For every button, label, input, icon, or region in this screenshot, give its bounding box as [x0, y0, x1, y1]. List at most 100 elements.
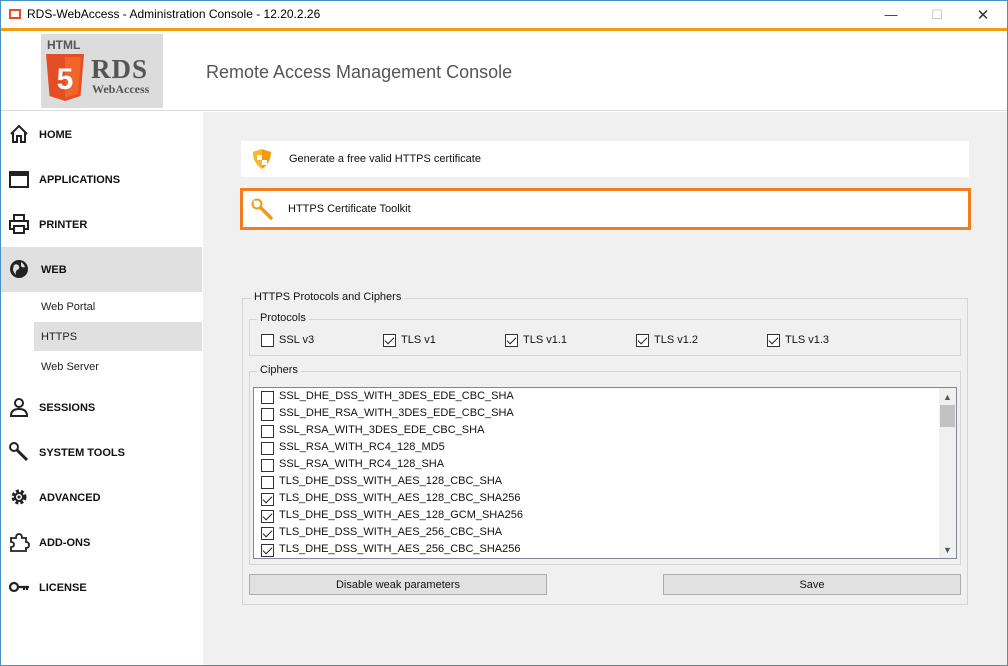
close-button[interactable]: ✕: [960, 1, 1006, 28]
logo-rds-text: RDS: [91, 54, 149, 84]
cipher-checkbox[interactable]: [261, 459, 274, 472]
logo-html-text: HTML: [47, 38, 81, 52]
wrench-icon: [251, 198, 273, 220]
cipher-label: TLS_DHE_DSS_WITH_AES_128_CBC_SHA: [279, 475, 503, 487]
minimize-icon: —: [884, 7, 898, 22]
protocol-checkbox[interactable]: [261, 334, 274, 347]
cipher-row[interactable]: TLS_DHE_DSS_WITH_AES_256_CBC_SHA: [254, 525, 940, 542]
sidebar-item-label: HOME: [39, 128, 72, 141]
maximize-icon: ☐: [931, 6, 943, 22]
protocol-checkbox[interactable]: [636, 334, 649, 347]
ciphers-scrollbar[interactable]: ▲ ▼: [939, 388, 956, 558]
sidebar-item-home[interactable]: HOME: [1, 112, 202, 157]
cipher-checkbox[interactable]: [261, 527, 274, 540]
cipher-row[interactable]: TLS_DHE_DSS_WITH_AES_128_GCM_SHA256: [254, 508, 940, 525]
cipher-checkbox[interactable]: [261, 425, 274, 438]
cipher-label: SSL_RSA_WITH_RC4_128_MD5: [279, 441, 445, 453]
cipher-row[interactable]: SSL_DHE_RSA_WITH_3DES_EDE_CBC_SHA: [254, 406, 940, 423]
cipher-label: TLS_DHE_DSS_WITH_AES_256_CBC_SHA256: [279, 543, 521, 555]
sidebar-item-web[interactable]: WEB: [1, 247, 202, 292]
cipher-row[interactable]: TLS_DHE_DSS_WITH_AES_128_CBC_SHA256: [254, 491, 940, 508]
ciphers-listbox[interactable]: SSL_DHE_DSS_WITH_3DES_EDE_CBC_SHA SSL_DHE…: [253, 387, 957, 559]
cipher-row[interactable]: SSL_RSA_WITH_RC4_128_SHA: [254, 457, 940, 474]
logo-five-text: 5: [57, 63, 74, 96]
minimize-button[interactable]: —: [868, 1, 914, 28]
protocol-label: SSL v3: [279, 334, 315, 346]
action-label: Generate a free valid HTTPS certificate: [289, 153, 481, 165]
key-icon: [8, 581, 29, 593]
home-icon: [10, 124, 28, 143]
cipher-row[interactable]: TLS_DHE_DSS_WITH_AES_256_CBC_SHA256: [254, 542, 940, 558]
app-window: RDS-WebAccess - Administration Console -…: [0, 0, 1008, 666]
cipher-row[interactable]: TLS_DHE_DSS_WITH_AES_128_CBC_SHA: [254, 474, 940, 491]
title-bar: RDS-WebAccess - Administration Console -…: [1, 1, 1007, 28]
protocol-label: TLS v1: [401, 334, 436, 346]
cipher-label: TLS_DHE_DSS_WITH_AES_256_CBC_SHA: [279, 526, 503, 538]
cipher-label: SSL_RSA_WITH_RC4_128_SHA: [279, 458, 445, 470]
protocols-group-title: Protocols: [257, 312, 309, 324]
user-icon: [9, 398, 29, 417]
cipher-label: SSL_DHE_RSA_WITH_3DES_EDE_CBC_SHA: [279, 407, 514, 419]
sidebar-subitem-https[interactable]: HTTPS: [34, 322, 202, 351]
main-panel: Generate a free valid HTTPS certificate …: [203, 112, 1007, 665]
protocols-group: [249, 319, 961, 356]
printer-icon: [9, 214, 29, 234]
window-icon: [9, 171, 29, 188]
cipher-row[interactable]: SSL_RSA_WITH_RC4_128_MD5: [254, 440, 940, 457]
cipher-label: SSL_DHE_DSS_WITH_3DES_EDE_CBC_SHA: [279, 390, 514, 402]
cipher-checkbox[interactable]: [261, 408, 274, 421]
save-button[interactable]: Save: [663, 574, 961, 595]
sidebar-item-label: ADVANCED: [39, 491, 101, 504]
scroll-up-arrow-icon[interactable]: ▲: [939, 388, 956, 405]
globe-icon: [10, 260, 28, 278]
sidebar-item-label: SESSIONS: [39, 401, 96, 414]
sidebar-item-printer[interactable]: PRINTER: [1, 202, 202, 247]
sidebar-subitem-label: Web Server: [41, 360, 99, 373]
certificate-toolkit-button[interactable]: HTTPS Certificate Toolkit: [240, 188, 971, 230]
header: HTML 5 RDS WebAccess Remote Access Manag…: [1, 31, 1007, 111]
generate-certificate-button[interactable]: Generate a free valid HTTPS certificate: [241, 141, 969, 177]
console-title: Remote Access Management Console: [206, 62, 513, 82]
cipher-checkbox[interactable]: [261, 476, 274, 489]
puzzle-icon: [10, 533, 30, 552]
sidebar-item-label: PRINTER: [39, 218, 88, 231]
sidebar-item-applications[interactable]: APPLICATIONS: [1, 157, 202, 202]
cipher-checkbox[interactable]: [261, 493, 274, 506]
sidebar-subitem-web-server[interactable]: Web Server: [34, 352, 202, 381]
sidebar-item-advanced[interactable]: ADVANCED: [1, 475, 202, 520]
protocol-label: TLS v1.1: [523, 334, 568, 346]
disable-weak-parameters-button[interactable]: Disable weak parameters: [249, 574, 547, 595]
sidebar-item-sessions[interactable]: SESSIONS: [1, 385, 202, 430]
tools-icon: [9, 442, 29, 462]
sidebar-item-label: APPLICATIONS: [39, 173, 121, 186]
cipher-checkbox[interactable]: [261, 391, 274, 404]
protocol-checkbox[interactable]: [505, 334, 518, 347]
maximize-button[interactable]: ☐: [914, 1, 960, 28]
sidebar-item-system-tools[interactable]: SYSTEM TOOLS: [1, 430, 202, 475]
cipher-checkbox[interactable]: [261, 544, 274, 557]
cipher-checkbox[interactable]: [261, 510, 274, 523]
protocol-label: TLS v1.2: [654, 334, 699, 346]
sidebar-item-label: WEB: [41, 263, 67, 276]
logo: HTML 5 RDS WebAccess: [41, 34, 163, 108]
cipher-label: SSL_RSA_WITH_3DES_EDE_CBC_SHA: [279, 424, 485, 436]
sidebar-item-license[interactable]: LICENSE: [1, 565, 202, 610]
protocol-checkbox[interactable]: [767, 334, 780, 347]
sidebar-item-label: LICENSE: [39, 581, 87, 594]
https-protocols-group-title: HTTPS Protocols and Ciphers: [251, 291, 405, 303]
sidebar-item-label: SYSTEM TOOLS: [39, 446, 125, 459]
cipher-label: TLS_DHE_DSS_WITH_AES_128_GCM_SHA256: [279, 509, 523, 521]
scroll-thumb[interactable]: [940, 405, 955, 427]
protocol-checkbox[interactable]: [383, 334, 396, 347]
gear-icon: [11, 489, 27, 505]
cipher-checkbox[interactable]: [261, 442, 274, 455]
protocol-label: TLS v1.3: [785, 334, 830, 346]
close-icon: ✕: [976, 6, 990, 24]
sidebar-item-add-ons[interactable]: ADD-ONS: [1, 520, 202, 565]
action-label: HTTPS Certificate Toolkit: [288, 203, 411, 215]
app-icon: [9, 9, 21, 19]
scroll-down-arrow-icon[interactable]: ▼: [939, 541, 956, 558]
cipher-row[interactable]: SSL_DHE_DSS_WITH_3DES_EDE_CBC_SHA: [254, 389, 940, 406]
sidebar-subitem-web-portal[interactable]: Web Portal: [34, 292, 202, 321]
cipher-row[interactable]: SSL_RSA_WITH_3DES_EDE_CBC_SHA: [254, 423, 940, 440]
